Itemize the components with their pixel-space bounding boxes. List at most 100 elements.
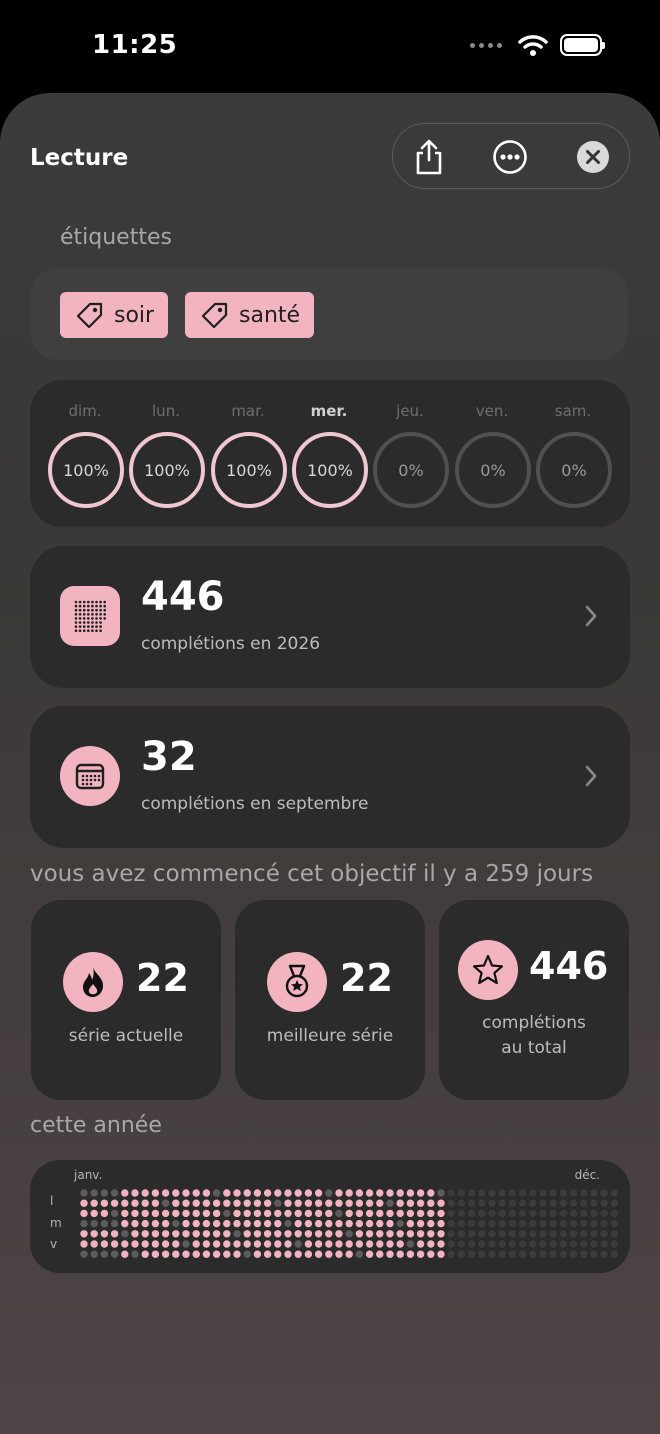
day-column[interactable]: dim. 100% <box>45 380 125 527</box>
close-button[interactable] <box>573 137 613 177</box>
heatmap-day-dot <box>518 1209 527 1218</box>
day-label: lun. <box>152 402 180 420</box>
battery-icon <box>560 34 605 56</box>
heatmap-day-dot <box>488 1199 496 1207</box>
heatmap-day-dot <box>110 1209 119 1218</box>
heatmap-day-dot <box>600 1240 608 1248</box>
heatmap-day-dot <box>437 1230 445 1238</box>
heatmap-day-dot <box>304 1219 313 1228</box>
heatmap-day-dot <box>600 1230 608 1238</box>
heatmap-day-dot <box>610 1189 619 1197</box>
heatmap-day-dot <box>131 1199 139 1207</box>
heatmap-day-dot <box>121 1209 129 1218</box>
year-heatmap-card[interactable]: janv. déc. l m v <box>30 1160 630 1273</box>
heatmap-day-dot <box>243 1209 251 1218</box>
heatmap-day-dot <box>263 1240 272 1248</box>
heatmap-day-dot <box>263 1250 272 1258</box>
heatmap-day-dot <box>600 1189 608 1197</box>
heatmap-day-dot <box>467 1209 476 1218</box>
heatmap-day-dot <box>488 1240 496 1248</box>
share-button[interactable] <box>409 137 449 177</box>
heatmap-day-dot <box>396 1240 404 1248</box>
heatmap-day-dot <box>539 1250 547 1258</box>
heatmap-day-dot <box>121 1219 129 1228</box>
heatmap-day-dot <box>478 1250 486 1258</box>
heatmap-day-dot <box>610 1230 619 1238</box>
day-column[interactable]: lun. 100% <box>126 380 206 527</box>
heatmap-day-dot <box>437 1199 445 1207</box>
day-progress-ring: 100% <box>129 432 205 508</box>
heatmap-day-dot <box>427 1189 435 1197</box>
total-completions-label-line2: au total <box>501 1038 567 1058</box>
heatmap-day-dot <box>243 1230 251 1238</box>
heatmap-day-dot <box>569 1230 578 1238</box>
heatmap-day-dot <box>437 1219 445 1228</box>
heatmap-day-dot <box>376 1189 384 1197</box>
day-progress-ring: 0% <box>536 432 612 508</box>
heatmap-day-dot <box>600 1209 608 1218</box>
heatmap-day-dot <box>580 1230 588 1238</box>
heatmap-day-dot <box>172 1219 180 1228</box>
heatmap-day-dot <box>325 1240 333 1248</box>
heatmap-day-dot <box>508 1230 517 1238</box>
current-streak-card: 22 série actuelle <box>31 900 221 1100</box>
heatmap-day-dot <box>600 1250 608 1258</box>
total-completions-card: 446 complétions au total <box>439 900 629 1100</box>
heatmap-day-dot <box>100 1240 109 1248</box>
heatmap-day-dot <box>141 1189 149 1197</box>
day-column[interactable]: mar. 100% <box>208 380 288 527</box>
heatmap-day-dot <box>518 1199 527 1207</box>
heatmap-day-dot <box>345 1250 353 1258</box>
heatmap-day-dot <box>457 1189 466 1197</box>
heatmap-day-dot <box>437 1189 445 1197</box>
heatmap-day-dot <box>284 1250 292 1258</box>
heatmap-day-dot <box>447 1189 455 1197</box>
heatmap-day-dot <box>559 1209 568 1218</box>
more-options-button[interactable] <box>490 137 530 177</box>
heatmap-day-dot <box>335 1209 343 1218</box>
heatmap-day-dot <box>110 1240 119 1248</box>
monthly-completions-card[interactable]: 32 complétions en septembre <box>30 706 630 848</box>
yearly-completions-card[interactable]: 446 complétions en 2026 <box>30 546 630 688</box>
status-time: 11:25 <box>92 30 178 60</box>
day-column[interactable]: jeu. 0% <box>370 380 450 527</box>
heatmap-day-dot <box>100 1219 109 1228</box>
heatmap-day-dot <box>182 1199 190 1207</box>
best-streak-number: 22 <box>340 956 393 1000</box>
heatmap-day-dot <box>427 1219 435 1228</box>
heatmap-day-dot <box>172 1250 180 1258</box>
heatmap-day-dot <box>253 1250 262 1258</box>
heatmap-day-dot <box>416 1230 425 1238</box>
heatmap-day-dot <box>427 1250 435 1258</box>
heatmap-day-dot <box>549 1219 557 1228</box>
heatmap-day-dot <box>304 1250 313 1258</box>
heatmap-day-dot <box>172 1199 180 1207</box>
heatmap-day-dot <box>141 1199 149 1207</box>
wifi-icon <box>518 35 548 56</box>
day-column[interactable]: mer. 100% <box>289 380 369 527</box>
heatmap-day-dot <box>284 1219 292 1228</box>
heatmap-day-dot <box>406 1250 415 1258</box>
heatmap-day-dot <box>151 1230 160 1238</box>
heatmap-day-dot <box>478 1240 486 1248</box>
heatmap-day-dot <box>80 1219 88 1228</box>
heatmap-day-dot <box>90 1189 98 1197</box>
monthly-completions-label: complétions en septembre <box>141 794 369 814</box>
tag-chip[interactable]: soir <box>60 292 169 338</box>
day-percent: 100% <box>307 460 353 480</box>
day-column[interactable]: sam. 0% <box>533 380 613 527</box>
heatmap-day-dot <box>274 1230 282 1238</box>
heatmap-day-dot <box>457 1250 466 1258</box>
heatmap-day-dot <box>335 1219 343 1228</box>
heatmap-day-dot <box>223 1230 231 1238</box>
tag-chip[interactable]: santé <box>185 292 315 338</box>
heatmap-day-dot <box>284 1209 292 1218</box>
heatmap-day-dot <box>212 1250 221 1258</box>
heatmap-day-dot <box>182 1209 190 1218</box>
heatmap-day-dot <box>131 1240 139 1248</box>
heatmap-day-dot <box>365 1230 374 1238</box>
heatmap-day-dot <box>294 1250 302 1258</box>
day-column[interactable]: ven. 0% <box>452 380 532 527</box>
heatmap-day-dot <box>376 1199 384 1207</box>
heatmap-day-dot <box>396 1219 404 1228</box>
